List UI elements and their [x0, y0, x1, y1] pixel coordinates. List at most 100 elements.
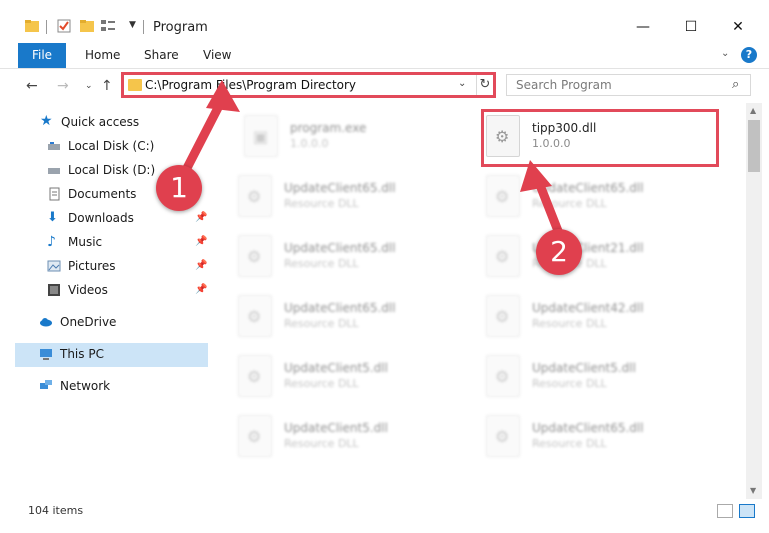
drive-icon	[48, 168, 60, 174]
customize-toolbar-icon[interactable]	[100, 18, 116, 34]
dll-gear-icon: ⚙	[238, 295, 272, 337]
file-description: Resource DLL	[284, 377, 359, 390]
toolbar-separator	[143, 20, 144, 34]
vertical-scrollbar[interactable]: ▲ ▼	[746, 103, 762, 499]
file-name: UpdateClient65.dll	[532, 181, 644, 195]
network-icon	[40, 380, 52, 389]
tab-file[interactable]: File	[18, 43, 66, 68]
dll-gear-icon: ⚙	[238, 235, 272, 277]
status-bar: 104 items	[0, 499, 769, 533]
list-item[interactable]: ▣ program.exe 1.0.0.0	[232, 109, 472, 161]
search-icon[interactable]: ⌕	[732, 77, 739, 92]
address-path[interactable]: C:\Program Files\Program Directory	[145, 78, 356, 92]
file-list[interactable]: ▣ program.exe 1.0.0.0 ⚙ tipp300.dll 1.0.…	[212, 103, 744, 499]
file-name: UpdateClient65.dll	[284, 181, 396, 195]
address-bar[interactable]: C:\Program Files\Program Directory ⌄ ↻	[121, 72, 496, 98]
minimize-button[interactable]: —	[620, 14, 666, 40]
pin-icon[interactable]: 📌	[195, 284, 207, 295]
list-item[interactable]: ⚙ UpdateClient21.dll Resource DLL	[474, 229, 714, 281]
large-icons-view-icon[interactable]	[739, 504, 755, 518]
music-note-icon: ♪	[47, 234, 56, 250]
tab-home[interactable]: Home	[85, 43, 120, 68]
new-folder-icon[interactable]	[79, 18, 95, 34]
list-item[interactable]: ⚙ UpdateClient42.dll Resource DLL	[474, 289, 714, 341]
dll-gear-icon: ⚙	[238, 415, 272, 457]
file-name: UpdateClient65.dll	[532, 421, 644, 435]
chevron-down-icon[interactable]: ⌄	[458, 78, 466, 89]
highlight-box	[481, 109, 719, 167]
drive-icon	[48, 142, 60, 150]
list-item[interactable]: ⚙ UpdateClient65.dll Resource DLL	[226, 229, 466, 281]
file-description: Resource DLL	[284, 317, 359, 330]
scroll-down-icon[interactable]: ▼	[750, 486, 756, 495]
help-icon[interactable]: ?	[741, 47, 757, 63]
pin-icon[interactable]: 📌	[195, 260, 207, 271]
refresh-icon[interactable]: ↻	[476, 75, 493, 95]
cloud-icon	[40, 318, 52, 327]
folder-icon	[128, 79, 142, 91]
pin-icon[interactable]: 📌	[195, 212, 207, 223]
dll-gear-icon: ⚙	[238, 175, 272, 217]
file-description: Resource DLL	[532, 317, 607, 330]
dll-gear-icon: ⚙	[486, 175, 520, 217]
pin-icon[interactable]: 📌	[195, 236, 207, 247]
dll-gear-icon: ⚙	[238, 355, 272, 397]
ribbon-tabs: File Home Share View ⌄ ?	[0, 42, 769, 69]
file-version: 1.0.0.0	[290, 137, 329, 150]
scroll-up-icon[interactable]: ▲	[750, 106, 756, 115]
documents-icon	[49, 187, 60, 201]
videos-icon	[48, 284, 60, 296]
file-description: Resource DLL	[532, 437, 607, 450]
list-item[interactable]: ⚙ UpdateClient5.dll Resource DLL	[474, 349, 714, 401]
folder-icon	[25, 20, 39, 32]
file-description: Resource DLL	[284, 437, 359, 450]
search-box[interactable]: ⌕	[506, 74, 751, 96]
window-title: Program	[153, 20, 208, 35]
step-badge-2: 2	[536, 229, 582, 275]
pictures-icon	[47, 260, 61, 272]
file-description: Resource DLL	[532, 197, 607, 210]
item-count: 104 items	[28, 504, 84, 517]
tab-view[interactable]: View	[203, 43, 231, 68]
file-name: UpdateClient42.dll	[532, 301, 644, 315]
scroll-thumb[interactable]	[748, 120, 760, 172]
dll-gear-icon: ⚙	[486, 415, 520, 457]
computer-icon	[40, 349, 52, 360]
list-item[interactable]: ⚙ UpdateClient65.dll Resource DLL	[226, 289, 466, 341]
dll-gear-icon: ⚙	[486, 235, 520, 277]
file-description: Resource DLL	[284, 257, 359, 270]
properties-icon[interactable]	[56, 18, 72, 34]
file-name: UpdateClient5.dll	[284, 361, 388, 375]
list-item[interactable]: ⚙ UpdateClient5.dll Resource DLL	[226, 349, 466, 401]
dll-gear-icon: ⚙	[486, 295, 520, 337]
details-view-icon[interactable]	[717, 504, 733, 518]
executable-icon: ▣	[244, 115, 278, 157]
recent-locations-icon[interactable]: ⌄	[85, 81, 93, 91]
step-badge-1: 1	[156, 165, 202, 211]
forward-arrow-icon[interactable]: →	[57, 78, 69, 94]
up-arrow-icon[interactable]: ↑	[101, 78, 113, 94]
file-name: UpdateClient5.dll	[532, 361, 636, 375]
file-description: Resource DLL	[284, 197, 359, 210]
quick-access-dropdown-icon[interactable]: ▼	[129, 20, 136, 30]
back-arrow-icon[interactable]: ←	[26, 78, 38, 94]
navigation-pane: ★ Quick access Local Disk (C:) Local Dis…	[0, 103, 210, 499]
list-item[interactable]: ⚙ UpdateClient65.dll Resource DLL	[474, 409, 714, 461]
list-item[interactable]: ⚙ UpdateClient5.dll Resource DLL	[226, 409, 466, 461]
file-name: UpdateClient5.dll	[284, 421, 388, 435]
chevron-down-icon[interactable]: ⌄	[721, 48, 729, 59]
file-name: program.exe	[290, 121, 367, 135]
list-item[interactable]: ⚙ UpdateClient65.dll Resource DLL	[226, 169, 466, 221]
address-row: ← → ⌄ ↑ C:\Program Files\Program Directo…	[0, 69, 769, 103]
dll-gear-icon: ⚙	[486, 355, 520, 397]
list-item[interactable]: ⚙ UpdateClient65.dll Resource DLL	[474, 169, 714, 221]
file-name: UpdateClient65.dll	[284, 301, 396, 315]
toolbar-separator	[46, 20, 47, 34]
download-arrow-icon: ⬇	[47, 210, 58, 225]
search-input[interactable]	[507, 75, 722, 95]
file-name: UpdateClient65.dll	[284, 241, 396, 255]
close-button[interactable]: ✕	[715, 14, 761, 40]
tab-share[interactable]: Share	[144, 43, 179, 68]
maximize-button[interactable]: ☐	[668, 14, 714, 40]
star-icon: ★	[40, 113, 53, 129]
